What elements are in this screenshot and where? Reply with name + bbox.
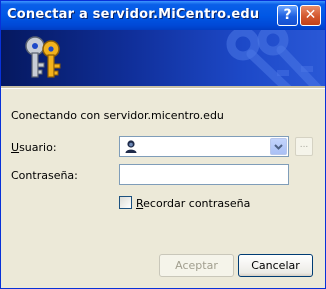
remember-password-label[interactable]: Recordar contraseña	[136, 197, 250, 210]
user-label: Usuario:	[11, 141, 57, 154]
connecting-message: Conectando con servidor.micentro.edu	[11, 109, 224, 122]
password-field[interactable]	[119, 164, 289, 185]
user-combobox[interactable]	[119, 136, 289, 157]
window-title: Conectar a servidor.MiCentro.edu	[7, 7, 260, 22]
user-label-accesskey: U	[11, 141, 20, 154]
keys-icon	[25, 36, 61, 78]
banner	[1, 30, 325, 86]
password-label: Contraseña:	[11, 169, 78, 182]
remember-password-checkbox[interactable]	[119, 196, 132, 209]
user-label-rest: suario:	[19, 141, 57, 154]
remember-label-rest: ecordar contraseña	[143, 197, 251, 210]
browse-users-button: ...	[295, 137, 313, 156]
user-icon	[125, 140, 137, 153]
ok-button: Aceptar	[159, 254, 234, 277]
login-dialog: Conectar a servidor.MiCentro.edu ? ✕ Con…	[0, 0, 326, 289]
user-dropdown-arrow[interactable]	[270, 138, 287, 155]
close-button[interactable]: ✕	[300, 5, 321, 26]
title-bar[interactable]: Conectar a servidor.MiCentro.edu ? ✕	[1, 1, 325, 30]
chevron-down-icon	[274, 144, 283, 150]
help-button[interactable]: ?	[277, 5, 298, 26]
cancel-button[interactable]: Cancelar	[238, 254, 313, 277]
banner-divider	[1, 86, 325, 89]
